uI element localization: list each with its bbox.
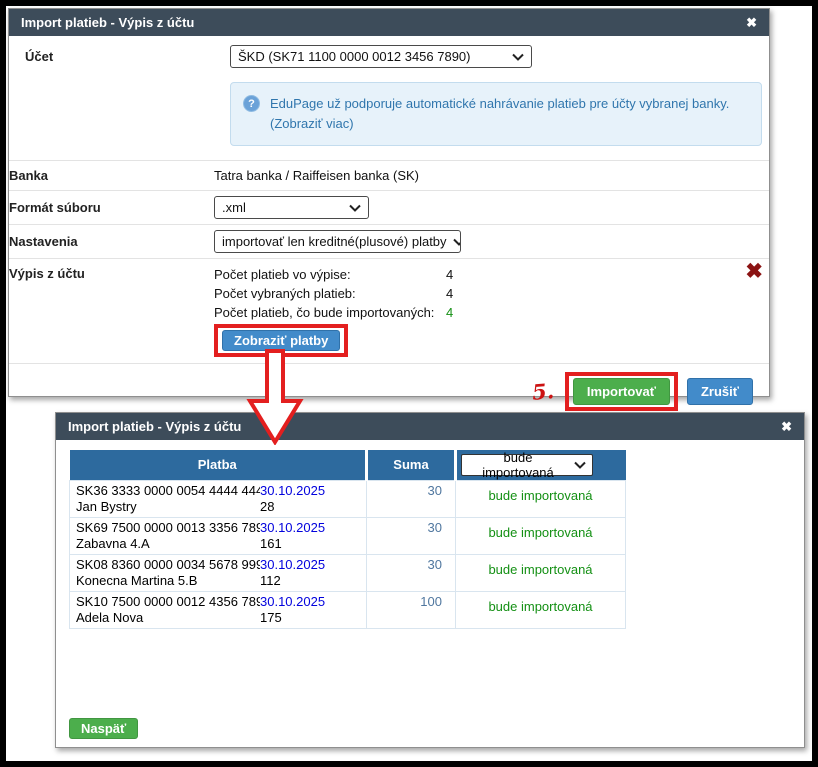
table-row: SK10 7500 0000 0012 4356 7899 Adela Nova… — [70, 591, 626, 628]
dialog-body: Účet ŠKD (SK71 1100 0000 0012 3456 7890)… — [9, 36, 769, 419]
chevron-down-icon — [453, 238, 461, 246]
help-icon: ? — [243, 95, 260, 112]
info-box-text-wrap: EduPage už podporuje automatické nahráva… — [270, 94, 729, 134]
info-text: EduPage už podporuje automatické nahráva… — [270, 96, 729, 111]
payment-status: bude importovaná — [456, 591, 626, 628]
payment-cell: SK08 8360 0000 0034 5678 9999 Konecna Ma… — [70, 554, 367, 591]
settings-row: Nastavenia importovať len kreditné(pluso… — [9, 224, 769, 258]
payment-date-link[interactable]: 30.10.2025 — [260, 520, 325, 535]
table-header-row: Platba Suma bude importovaná — [70, 450, 626, 480]
dialog-footer: 5. Importovať Zrušiť — [9, 363, 769, 419]
count-value-imported: 4 — [446, 303, 453, 322]
payment-cell: SK10 7500 0000 0012 4356 7899 Adela Nova… — [70, 591, 367, 628]
payment-status: bude importovaná — [456, 480, 626, 517]
show-more-link[interactable]: (Zobraziť viac) — [270, 116, 354, 131]
payment-iban: SK36 3333 0000 0054 4444 4444 — [76, 483, 260, 498]
count-line: Počet vybraných platieb: 4 — [214, 284, 453, 303]
import-payments-dialog: Import platieb - Výpis z účtu ✖ Účet ŠKD… — [8, 8, 770, 397]
payment-iban: SK69 7500 0000 0013 3356 7899 — [76, 520, 260, 535]
dialog-title: Import platieb - Výpis z účtu — [21, 15, 746, 30]
payments-list-dialog: Import platieb - Výpis z účtu ✖ Platba S… — [55, 412, 805, 748]
payment-cell: SK36 3333 0000 0054 4444 4444 Jan Bystry… — [70, 480, 367, 517]
file-format-label: Formát súboru — [9, 200, 214, 215]
payment-name: Konecna Martina 5.B — [76, 573, 197, 588]
close-icon[interactable]: ✖ — [746, 16, 757, 29]
table-row: SK36 3333 0000 0054 4444 4444 Jan Bystry… — [70, 480, 626, 517]
payment-vs: 161 — [260, 536, 282, 551]
bank-label: Banka — [9, 168, 214, 183]
file-format-select[interactable]: .xml — [214, 196, 369, 219]
account-select-value: ŠKD (SK71 1100 0000 0012 3456 7890) — [238, 49, 471, 64]
delete-statement-icon[interactable]: ✖ — [745, 261, 763, 282]
back-button[interactable]: Naspäť — [69, 718, 138, 739]
payments-table: Platba Suma bude importovaná — [69, 450, 626, 629]
payment-iban: SK08 8360 0000 0034 5678 9999 — [76, 557, 260, 572]
account-select[interactable]: ŠKD (SK71 1100 0000 0012 3456 7890) — [230, 45, 532, 68]
statement-content: Počet platieb vo výpise: 4 Počet vybraný… — [214, 265, 453, 357]
account-row: Účet ŠKD (SK71 1100 0000 0012 3456 7890) — [25, 40, 753, 74]
payment-vs: 112 — [260, 573, 281, 588]
payment-iban: SK10 7500 0000 0012 4356 7899 — [76, 594, 260, 609]
close-icon[interactable]: ✖ — [781, 420, 792, 433]
dialog-title: Import platieb - Výpis z účtu — [68, 419, 781, 434]
column-header-suma: Suma — [367, 450, 456, 480]
settings-label: Nastavenia — [9, 234, 214, 249]
cancel-button[interactable]: Zrušiť — [687, 378, 753, 405]
chevron-down-icon — [349, 204, 361, 212]
count-label: Počet vybraných platieb: — [214, 284, 446, 303]
payment-status: bude importovaná — [456, 554, 626, 591]
chevron-down-icon — [512, 53, 524, 61]
count-label: Počet platieb vo výpise: — [214, 265, 446, 284]
file-format-row: Formát súboru .xml — [9, 190, 769, 224]
import-button[interactable]: Importovať — [573, 378, 670, 405]
dialog-titlebar: Import platieb - Výpis z účtu ✖ — [56, 413, 804, 440]
dialog-titlebar: Import platieb - Výpis z účtu ✖ — [9, 9, 769, 36]
payment-amount: 30 — [367, 517, 456, 554]
payment-name: Jan Bystry — [76, 499, 137, 514]
account-label: Účet — [25, 49, 230, 64]
column-header-status: bude importovaná — [456, 450, 626, 480]
count-value: 4 — [446, 284, 453, 303]
arrow-down-annotation — [246, 349, 304, 445]
statement-label: Výpis z účtu — [9, 265, 214, 281]
settings-select[interactable]: importovať len kreditné(plusové) platby — [214, 230, 461, 253]
column-header-platba: Platba — [70, 450, 367, 480]
highlight-box: Importovať — [565, 372, 678, 411]
count-label: Počet platieb, čo bude importovaných: — [214, 303, 446, 322]
back-button-wrap: Naspäť — [69, 718, 138, 739]
show-payments-button[interactable]: Zobraziť platby — [222, 330, 340, 351]
bank-row: Banka Tatra banka / Raiffeisen banka (SK… — [9, 160, 769, 190]
step-annotation: 5. — [531, 378, 555, 405]
bank-value: Tatra banka / Raiffeisen banka (SK) — [214, 168, 419, 183]
payment-amount: 30 — [367, 554, 456, 591]
payment-name: Zabavna 4.A — [76, 536, 150, 551]
status-filter-value: bude importovaná — [468, 450, 568, 480]
payment-cell: SK69 7500 0000 0013 3356 7899 Zabavna 4.… — [70, 517, 367, 554]
statement-section: Výpis z účtu Počet platieb vo výpise: 4 … — [9, 258, 769, 357]
count-value: 4 — [446, 265, 453, 284]
count-line: Počet platieb, čo bude importovaných: 4 — [214, 303, 453, 322]
payment-date-link[interactable]: 30.10.2025 — [260, 557, 325, 572]
count-line: Počet platieb vo výpise: 4 — [214, 265, 453, 284]
screenshot-frame: Import platieb - Výpis z účtu ✖ Účet ŠKD… — [0, 0, 818, 767]
dialog-body: Platba Suma bude importovaná — [56, 440, 804, 749]
payment-amount: 30 — [367, 480, 456, 517]
chevron-down-icon — [574, 461, 586, 469]
settings-value: importovať len kreditné(plusové) platby — [222, 234, 447, 249]
payment-name: Adela Nova — [76, 610, 143, 625]
info-box: ? EduPage už podporuje automatické nahrá… — [230, 82, 762, 146]
payment-vs: 175 — [260, 610, 282, 625]
payment-amount: 100 — [367, 591, 456, 628]
file-format-value: .xml — [222, 200, 246, 215]
status-filter-select[interactable]: bude importovaná — [461, 454, 593, 476]
table-row: SK08 8360 0000 0034 5678 9999 Konecna Ma… — [70, 554, 626, 591]
payment-date-link[interactable]: 30.10.2025 — [260, 594, 325, 609]
payment-vs: 28 — [260, 499, 274, 514]
payment-status: bude importovaná — [456, 517, 626, 554]
payment-date-link[interactable]: 30.10.2025 — [260, 483, 325, 498]
table-row: SK69 7500 0000 0013 3356 7899 Zabavna 4.… — [70, 517, 626, 554]
